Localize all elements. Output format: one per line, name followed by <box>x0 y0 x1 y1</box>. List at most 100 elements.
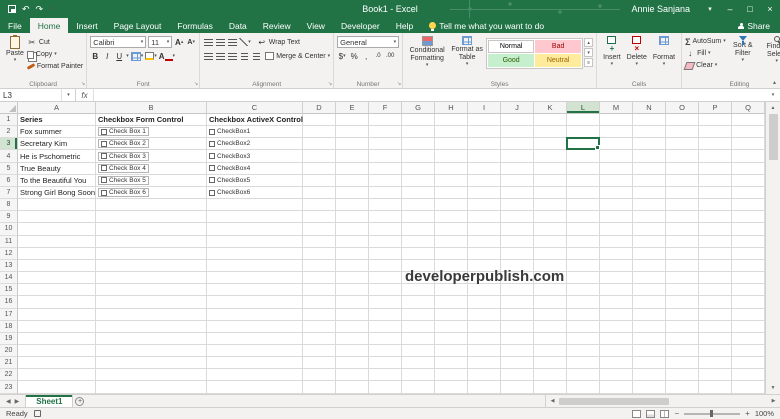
cell-O22[interactable] <box>666 369 699 382</box>
cell-C13[interactable] <box>207 259 303 273</box>
cell-A20[interactable] <box>18 344 96 358</box>
cell-Q15[interactable] <box>732 284 765 297</box>
cell-K17[interactable] <box>534 308 567 321</box>
cell-E9[interactable] <box>336 211 369 224</box>
increase-decimal-icon[interactable]: .0 <box>373 51 383 62</box>
cell-G18[interactable] <box>402 320 435 333</box>
cell-A4[interactable]: He is Pschometric <box>18 150 96 163</box>
cell-C10[interactable] <box>207 223 303 236</box>
cell-K4[interactable] <box>534 150 567 163</box>
cell-G12[interactable] <box>402 247 435 260</box>
cell-M7[interactable] <box>600 186 633 200</box>
cell-E5[interactable] <box>336 162 369 175</box>
cell-N8[interactable] <box>633 199 666 212</box>
cell-K18[interactable] <box>534 320 567 333</box>
cell-F20[interactable] <box>369 344 402 358</box>
cell-A23[interactable] <box>18 381 96 394</box>
cell-I10[interactable] <box>468 223 501 236</box>
cell-N4[interactable] <box>633 150 666 163</box>
cell-H17[interactable] <box>435 308 468 321</box>
cell-H6[interactable] <box>435 174 468 187</box>
cell-N17[interactable] <box>633 308 666 321</box>
cell-Q21[interactable] <box>732 357 765 370</box>
name-box-dropdown-icon[interactable]: ▾ <box>62 89 76 101</box>
cell-J5[interactable] <box>501 162 534 175</box>
cell-Q10[interactable] <box>732 223 765 236</box>
cell-G20[interactable] <box>402 344 435 358</box>
cell-E2[interactable] <box>336 126 369 139</box>
cell-L20[interactable] <box>567 344 600 358</box>
cell-I8[interactable] <box>468 199 501 212</box>
cell-E14[interactable] <box>336 272 369 285</box>
cell-P5[interactable] <box>699 162 732 175</box>
cell-P21[interactable] <box>699 357 732 370</box>
cell-G21[interactable] <box>402 357 435 370</box>
cell-K12[interactable] <box>534 247 567 260</box>
cell-P2[interactable] <box>699 126 732 139</box>
scroll-up-icon[interactable]: ▲ <box>766 102 780 114</box>
cell-M21[interactable] <box>600 357 633 370</box>
cell-G10[interactable] <box>402 223 435 236</box>
cell-K23[interactable] <box>534 381 567 394</box>
cell-J17[interactable] <box>501 308 534 321</box>
column-header-P[interactable]: P <box>699 102 732 113</box>
form-checkbox[interactable]: Check Box 3 <box>98 151 149 161</box>
cell-I4[interactable] <box>468 150 501 163</box>
cell-H3[interactable] <box>435 138 468 151</box>
increase-indent-icon[interactable] <box>251 51 261 62</box>
cell-D10[interactable] <box>303 223 336 236</box>
cell-M19[interactable] <box>600 332 633 345</box>
fill-button[interactable]: ↓ Fill ▾ <box>685 48 726 59</box>
cell-C3[interactable]: CheckBox2 <box>207 138 303 151</box>
align-center-icon[interactable] <box>215 51 225 62</box>
cell-F1[interactable] <box>369 114 402 127</box>
cell-L16[interactable] <box>567 296 600 309</box>
cell-K22[interactable] <box>534 369 567 382</box>
cell-P8[interactable] <box>699 199 732 212</box>
cell-P16[interactable] <box>699 296 732 309</box>
form-checkbox[interactable]: Check Box 1 <box>98 127 149 137</box>
sort-filter-button[interactable]: Sort & Filter ▾ <box>726 35 760 79</box>
cell-B23[interactable] <box>96 381 207 394</box>
cell-E1[interactable] <box>336 114 369 127</box>
cell-F14[interactable] <box>369 272 402 285</box>
zoom-slider-thumb[interactable] <box>710 410 714 417</box>
column-header-A[interactable]: A <box>18 102 96 113</box>
insert-cells-button[interactable]: + Insert ▾ <box>600 35 624 79</box>
fill-color-icon[interactable]: ▾ <box>145 51 157 62</box>
cell-N14[interactable] <box>633 272 666 285</box>
scroll-down-icon[interactable]: ▼ <box>766 382 780 394</box>
account-name[interactable]: Annie Sanjana <box>631 4 690 14</box>
cell-B2[interactable]: Check Box 1 <box>96 126 207 139</box>
row-header-1[interactable]: 1 <box>0 114 18 127</box>
cell-J4[interactable] <box>501 150 534 163</box>
cell-O20[interactable] <box>666 344 699 358</box>
cell-H1[interactable] <box>435 114 468 127</box>
cell-C21[interactable] <box>207 357 303 370</box>
cell-I11[interactable] <box>468 235 501 248</box>
cell-M8[interactable] <box>600 199 633 212</box>
cell-G23[interactable] <box>402 381 435 394</box>
zoom-out-icon[interactable]: − <box>674 409 679 418</box>
row-header-22[interactable]: 22 <box>0 369 18 382</box>
cell-H5[interactable] <box>435 162 468 175</box>
column-header-N[interactable]: N <box>633 102 666 113</box>
cell-K5[interactable] <box>534 162 567 175</box>
vertical-scroll-thumb[interactable] <box>768 114 778 160</box>
gallery-down-icon[interactable]: ▾ <box>584 48 594 57</box>
cell-D3[interactable] <box>303 138 336 151</box>
cell-K1[interactable] <box>534 114 567 127</box>
cell-C11[interactable] <box>207 235 303 248</box>
column-header-G[interactable]: G <box>402 102 435 113</box>
cell-L11[interactable] <box>567 235 600 248</box>
tab-developer[interactable]: Developer <box>333 18 388 33</box>
cell-style-neutral[interactable]: Neutral <box>535 54 582 67</box>
cell-A1[interactable]: Series <box>18 114 96 127</box>
cell-B15[interactable] <box>96 284 207 297</box>
cell-D7[interactable] <box>303 186 336 200</box>
tab-data[interactable]: Data <box>221 18 255 33</box>
cell-G3[interactable] <box>402 138 435 151</box>
cell-D22[interactable] <box>303 369 336 382</box>
cell-H21[interactable] <box>435 357 468 370</box>
cell-P7[interactable] <box>699 186 732 200</box>
